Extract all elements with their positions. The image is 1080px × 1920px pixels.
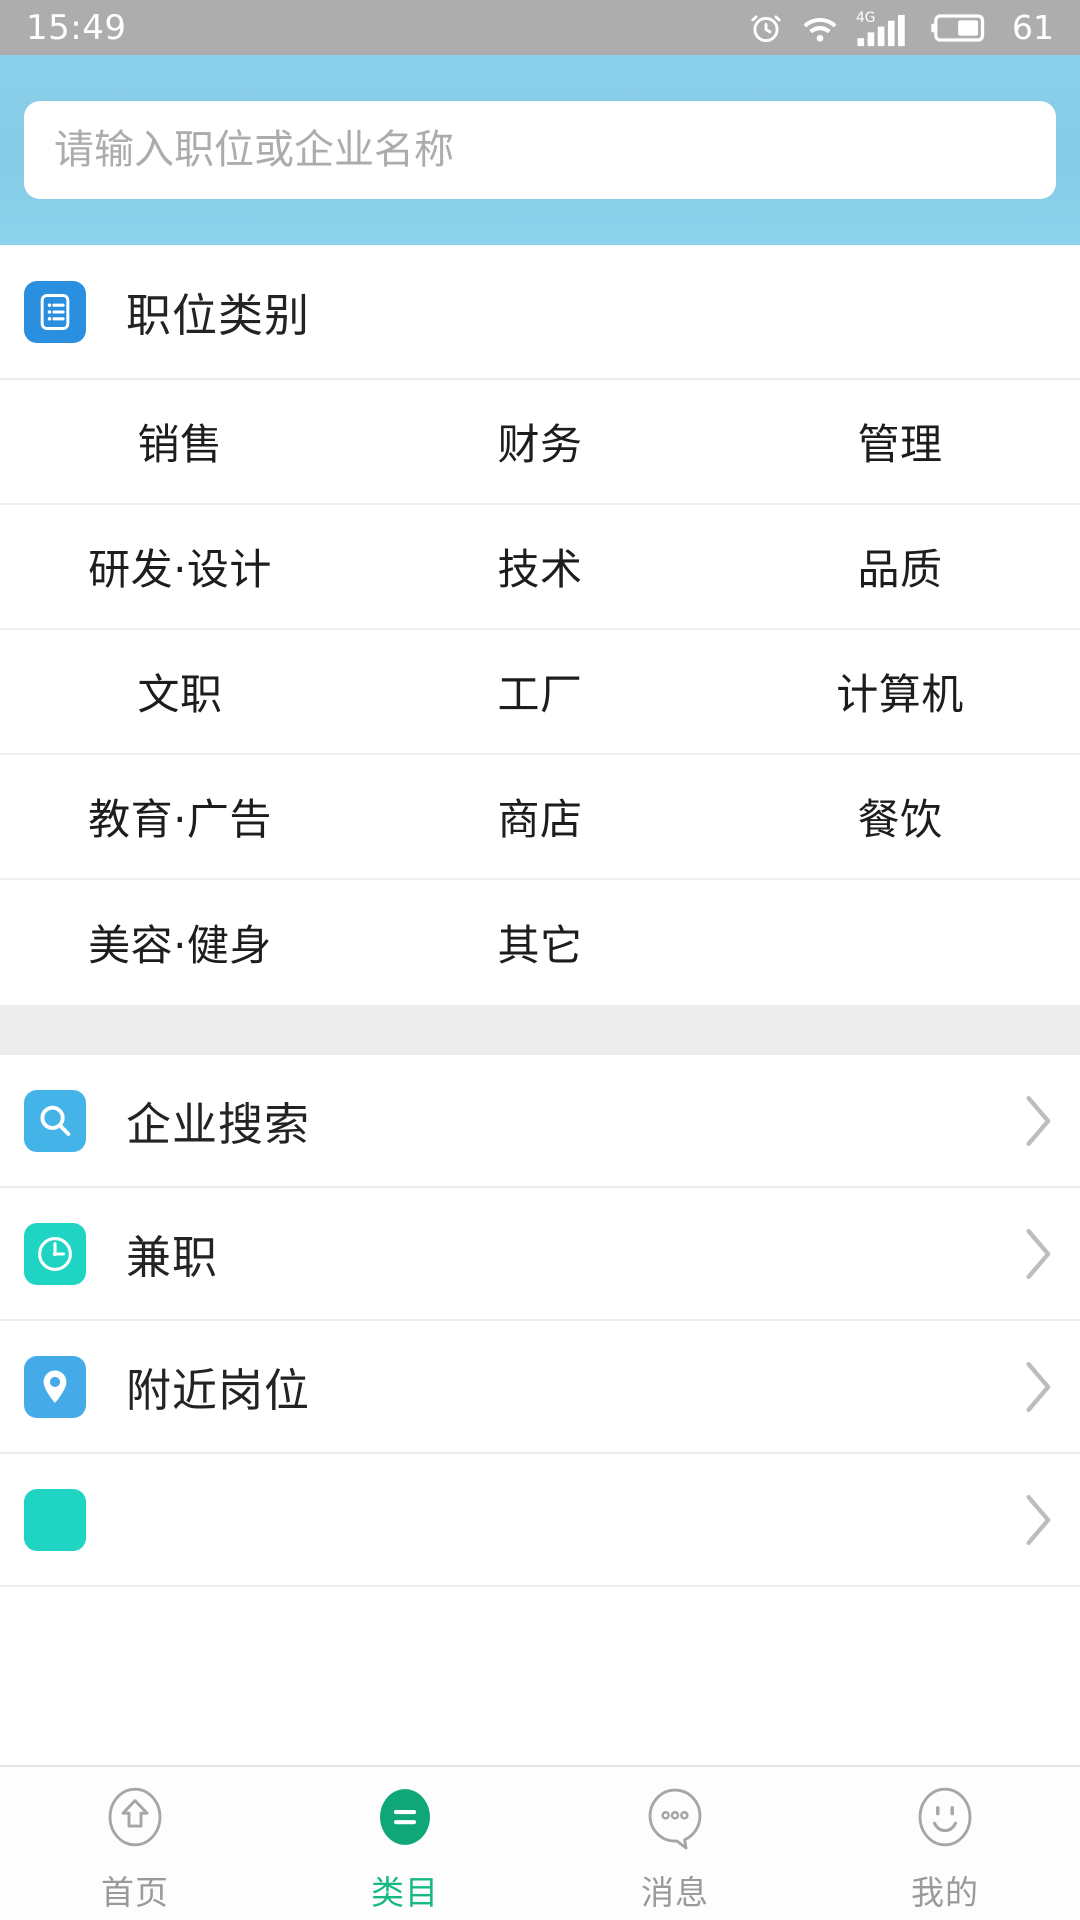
- tab-message[interactable]: 消息: [540, 1781, 810, 1914]
- tab-label: 我的: [911, 1873, 979, 1912]
- tab-label: 首页: [101, 1873, 169, 1912]
- list-item-nearby-jobs[interactable]: 附近岗位: [0, 1321, 1080, 1454]
- list-item-label: 附近岗位: [126, 1364, 311, 1417]
- battery-percent-label: 61: [1012, 8, 1054, 47]
- list-item-part-time[interactable]: 兼职: [0, 1188, 1080, 1321]
- category-cell[interactable]: 销售: [0, 380, 360, 503]
- menu-icon: [369, 1781, 441, 1857]
- message-icon: [639, 1781, 711, 1857]
- home-icon: [99, 1781, 171, 1857]
- wifi-icon: [801, 12, 839, 44]
- alarm-icon: [748, 10, 784, 46]
- status-bar: 15:49 4G 61: [0, 0, 1080, 55]
- section-title-label: 职位类别: [126, 289, 311, 342]
- category-cell[interactable]: 技术: [360, 505, 720, 628]
- partial-icon: [24, 1488, 86, 1551]
- bottom-tab-bar: 首页 类目 消息 我的: [0, 1765, 1080, 1920]
- list-item-partial[interactable]: [0, 1454, 1080, 1587]
- search-icon: [24, 1089, 86, 1152]
- chevron-right-icon: [1024, 1227, 1054, 1281]
- tab-category[interactable]: 类目: [270, 1781, 540, 1914]
- category-cell[interactable]: 文职: [0, 630, 360, 753]
- status-bar-icons: 4G 61: [748, 8, 1054, 47]
- category-cell[interactable]: 管理: [720, 380, 1080, 503]
- list-item-label: 企业搜索: [126, 1098, 311, 1151]
- tab-label: 消息: [641, 1873, 709, 1912]
- signal-icon: 4G: [856, 9, 914, 47]
- search-box[interactable]: [24, 101, 1056, 199]
- category-cell[interactable]: 计算机: [720, 630, 1080, 753]
- category-row: 教育·广告 商店 餐饮: [0, 755, 1080, 880]
- list-item-label: 兼职: [126, 1231, 219, 1284]
- list-document-icon: [24, 280, 86, 343]
- chevron-right-icon: [1024, 1094, 1054, 1148]
- category-cell-empty: [720, 880, 1080, 1005]
- search-header: [0, 55, 1080, 245]
- category-row: 美容·健身 其它: [0, 880, 1080, 1005]
- category-row: 文职 工厂 计算机: [0, 630, 1080, 755]
- category-cell[interactable]: 餐饮: [720, 755, 1080, 878]
- section-divider: [0, 1005, 1080, 1055]
- category-cell[interactable]: 研发·设计: [0, 505, 360, 628]
- category-cell[interactable]: 美容·健身: [0, 880, 360, 1005]
- tab-profile[interactable]: 我的: [810, 1781, 1080, 1914]
- list-item-company-search[interactable]: 企业搜索: [0, 1055, 1080, 1188]
- category-cell[interactable]: 工厂: [360, 630, 720, 753]
- chevron-right-icon: [1024, 1360, 1054, 1414]
- network-type-label: 4G: [856, 10, 875, 26]
- category-cell[interactable]: 其它: [360, 880, 720, 1005]
- category-cell[interactable]: 商店: [360, 755, 720, 878]
- search-input[interactable]: [54, 127, 1026, 173]
- category-row: 销售 财务 管理: [0, 380, 1080, 505]
- section-header-job-category: 职位类别: [0, 245, 1080, 380]
- battery-icon: [931, 11, 991, 45]
- chevron-right-icon: [1024, 1493, 1054, 1547]
- app-root: 15:49 4G 61 请输入职位或企业名称 职位类别 销售 财务 管理 研发·…: [0, 0, 1080, 1920]
- clock-icon: [24, 1222, 86, 1285]
- smiley-icon: [909, 1781, 981, 1857]
- category-cell[interactable]: 教育·广告: [0, 755, 360, 878]
- category-row: 研发·设计 技术 品质: [0, 505, 1080, 630]
- tab-label: 类目: [371, 1873, 439, 1912]
- category-cell[interactable]: 财务: [360, 380, 720, 503]
- category-cell[interactable]: 品质: [720, 505, 1080, 628]
- entry-list: 企业搜索 兼职 附近岗位: [0, 1055, 1080, 1587]
- tab-home[interactable]: 首页: [0, 1781, 270, 1914]
- location-pin-icon: [24, 1355, 86, 1418]
- status-bar-time: 15:49: [26, 7, 127, 48]
- category-grid: 销售 财务 管理 研发·设计 技术 品质 文职 工厂 计算机 教育·广告 商店 …: [0, 380, 1080, 1005]
